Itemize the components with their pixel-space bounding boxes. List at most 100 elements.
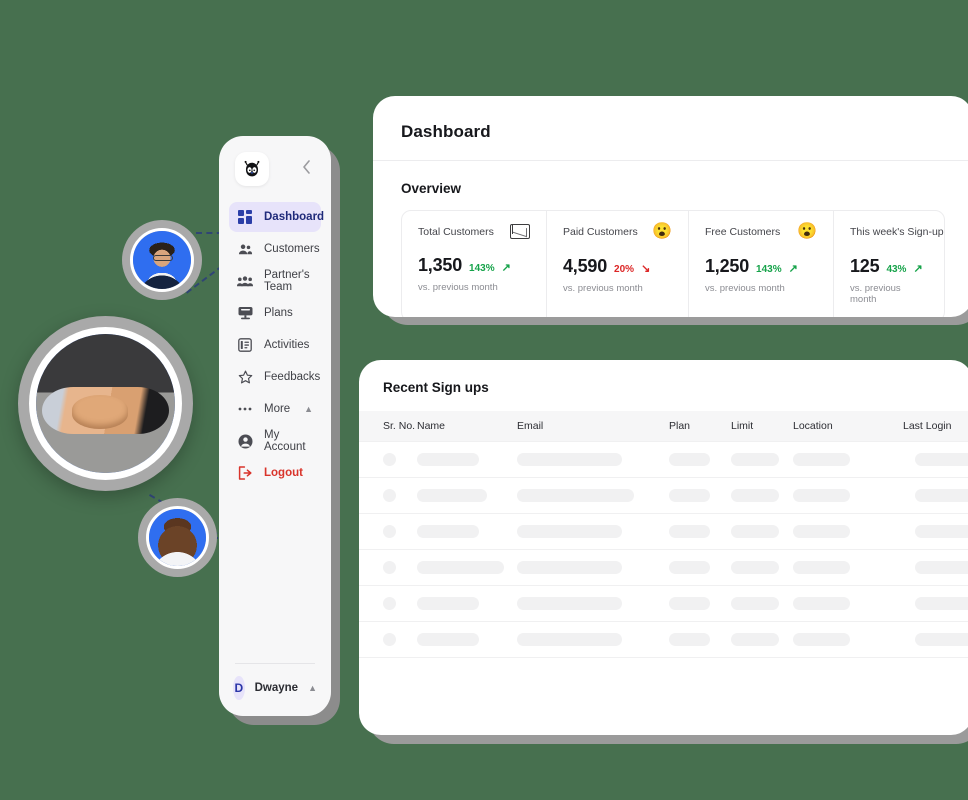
sidebar-item-my-account[interactable]: My Account (229, 426, 321, 456)
table-col-limit[interactable]: Limit (731, 411, 793, 442)
stat-card-header: Free Customers 😮 (705, 224, 817, 240)
sidebar-item-customers[interactable]: Customers (229, 234, 321, 264)
penguin-mascot-logo[interactable] (235, 152, 269, 186)
stat-card-subtext: vs. previous month (705, 283, 785, 294)
recent-signups-title: Recent Sign ups (383, 380, 489, 395)
skeleton-placeholder (383, 597, 396, 610)
cell-name (417, 441, 517, 478)
cell-last-login (903, 477, 968, 514)
stat-card-value: 4,590 (563, 256, 608, 276)
cell-limit (731, 549, 793, 586)
cell-location (793, 513, 903, 550)
skeleton-placeholder (731, 489, 779, 502)
skeleton-placeholder (915, 525, 968, 538)
table-col-name[interactable]: Name (417, 411, 517, 442)
table-row[interactable] (359, 477, 968, 514)
stat-card-value-row: 1,350 143% ↗ (418, 255, 530, 276)
table-row[interactable] (359, 549, 968, 586)
chevron-left-glyph (303, 159, 310, 174)
stat-card-delta: 143% (469, 263, 495, 274)
stat-card-value-row: 1,250 143% ↗ (705, 256, 817, 277)
sidebar: Dashboard Customers Partner's Team Plans (219, 136, 331, 716)
table-row[interactable] (359, 621, 968, 658)
sidebar-footer: D Dwayne ▲ (219, 653, 331, 716)
avatar-businessman-bubble (122, 220, 202, 300)
skeleton-placeholder (517, 453, 622, 466)
user-name-label: Dwayne (254, 682, 299, 694)
skeleton-placeholder (669, 561, 710, 574)
avatar-businessman-photo (133, 231, 191, 289)
table-col-location[interactable]: Location (793, 411, 903, 442)
sidebar-divider (235, 663, 315, 664)
cell-plan (669, 585, 731, 622)
cell-location (793, 585, 903, 622)
table-col-email[interactable]: Email (517, 411, 669, 442)
cell-sr-no (359, 585, 417, 622)
astonished-face-emoji: 😮 (797, 223, 817, 240)
trend-up-arrow-icon: ↗ (501, 262, 511, 274)
skeleton-placeholder (383, 453, 396, 466)
trend-up-arrow-icon: ↗ (913, 263, 923, 275)
cell-last-login (903, 621, 968, 658)
cell-location (793, 549, 903, 586)
trend-down-arrow-icon: ↘ (641, 263, 651, 275)
skeleton-placeholder (915, 597, 968, 610)
star-icon (237, 369, 253, 385)
sidebar-item-feedbacks[interactable]: Feedbacks (229, 362, 321, 392)
sidebar-item-plans[interactable]: Plans (229, 298, 321, 328)
cell-name (417, 513, 517, 550)
sidebar-item-partners-team[interactable]: Partner's Team (229, 266, 321, 296)
sidebar-header (219, 136, 331, 196)
stat-card-value-row: 4,590 20% ↘ (563, 256, 672, 277)
skeleton-placeholder (915, 489, 968, 502)
list-panel-icon (237, 337, 253, 353)
skeleton-placeholder (915, 561, 968, 574)
sidebar-item-dashboard[interactable]: Dashboard (229, 202, 324, 232)
monitor-icon (237, 305, 253, 321)
table-head: Sr. No. Name Email Plan Limit Location L… (359, 411, 968, 442)
grid-dashboard-icon (237, 209, 253, 225)
table-col-sr-no[interactable]: Sr. No. (359, 411, 417, 442)
skeleton-placeholder (731, 525, 779, 538)
table-row[interactable] (359, 585, 968, 622)
cell-location (793, 621, 903, 658)
skeleton-placeholder (731, 633, 779, 646)
cell-email (517, 513, 669, 550)
penguin-mascot-icon (244, 160, 260, 177)
overview-section-title: Overview (401, 181, 462, 196)
skeleton-placeholder (669, 525, 710, 538)
skeleton-placeholder (417, 633, 479, 646)
stat-card-value: 1,250 (705, 256, 750, 276)
skeleton-placeholder (793, 561, 850, 574)
table-col-plan[interactable]: Plan (669, 411, 731, 442)
cell-last-login (903, 549, 968, 586)
sidebar-user-menu[interactable]: D Dwayne ▲ (233, 676, 317, 700)
stat-card-paid-customers[interactable]: Paid Customers 😮 4,590 20% ↘ vs. previou… (547, 211, 689, 317)
table-row[interactable] (359, 441, 968, 478)
stat-card-total-customers[interactable]: Total Customers 1,350 143% ↗ vs. previou… (402, 211, 547, 317)
cell-limit (731, 513, 793, 550)
stat-card-subtext: vs. previous month (850, 283, 901, 305)
sidebar-item-logout[interactable]: Logout (229, 458, 321, 488)
stat-card-free-customers[interactable]: Free Customers 😮 1,250 143% ↗ vs. previo… (689, 211, 834, 317)
sidebar-item-more[interactable]: More ▲ (229, 394, 321, 424)
cell-last-login (903, 513, 968, 550)
stat-card-this-weeks-signup[interactable]: This week's Sign-up 👱 125 43% ↗ vs. prev… (834, 211, 944, 317)
skeleton-placeholder (793, 633, 850, 646)
skeleton-placeholder (915, 633, 968, 646)
skeleton-placeholder (383, 489, 396, 502)
skeleton-placeholder (915, 453, 968, 466)
table-row[interactable] (359, 513, 968, 550)
skeleton-placeholder (383, 633, 396, 646)
skeleton-placeholder (669, 597, 710, 610)
sidebar-item-activities[interactable]: Activities (229, 330, 321, 360)
sidebar-item-label: More (264, 403, 291, 415)
handshake-bubble (18, 316, 193, 491)
stat-card-header: Paid Customers 😮 (563, 224, 672, 240)
skeleton-placeholder (417, 489, 487, 502)
skeleton-placeholder (383, 561, 396, 574)
chevron-left-icon[interactable] (296, 158, 317, 181)
sidebar-item-label: Activities (264, 339, 310, 351)
avatar-businesswoman-bubble (138, 498, 217, 577)
table-col-last-login[interactable]: Last Login (903, 411, 968, 442)
